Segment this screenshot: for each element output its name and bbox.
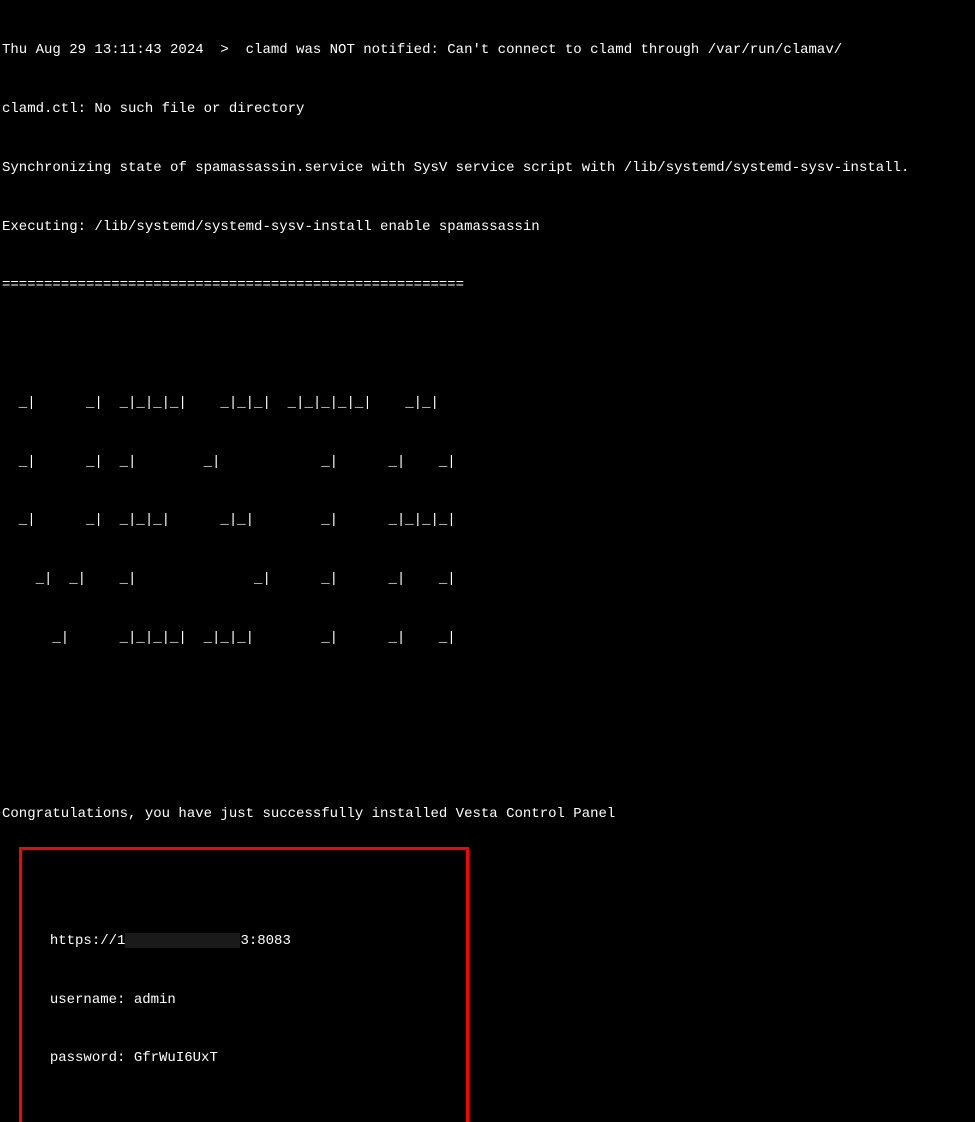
url-line: https://13:8083 xyxy=(50,932,462,952)
terminal-output[interactable]: Thu Aug 29 13:11:43 2024 > clamd was NOT… xyxy=(2,2,973,1122)
password-line: password: GfrWuI6UxT xyxy=(50,1049,462,1069)
password-value: GfrWuI6UxT xyxy=(134,1050,218,1066)
divider-line: ========================================… xyxy=(2,276,973,296)
ascii-art-line: _| _| _| _| _| _| _| xyxy=(2,453,973,473)
ascii-art-line: _| _| _| _| _| _| _| xyxy=(2,570,973,590)
username-line: username: admin xyxy=(50,991,462,1011)
header-line: Thu Aug 29 13:11:43 2024 > clamd was NOT… xyxy=(2,41,973,61)
congrats-line: Congratulations, you have just successfu… xyxy=(2,805,973,825)
ascii-art-line: _| _| _|_|_| _|_| _| _|_|_|_| xyxy=(2,511,973,531)
ascii-art-line: _| _|_|_|_| _|_|_| _| _| _| xyxy=(2,629,973,649)
error-line: clamd.ctl: No such file or directory xyxy=(2,100,973,120)
ascii-art-line: _| _| _|_|_|_| _|_|_| _|_|_|_|_| _|_| xyxy=(2,394,973,414)
exec-line: Executing: /lib/systemd/systemd-sysv-ins… xyxy=(2,218,973,238)
redacted-ip xyxy=(125,933,240,948)
sync-line: Synchronizing state of spamassassin.serv… xyxy=(2,159,973,179)
username-value: admin xyxy=(134,992,176,1008)
credentials-box: https://13:8083 username: admin password… xyxy=(19,847,469,1122)
